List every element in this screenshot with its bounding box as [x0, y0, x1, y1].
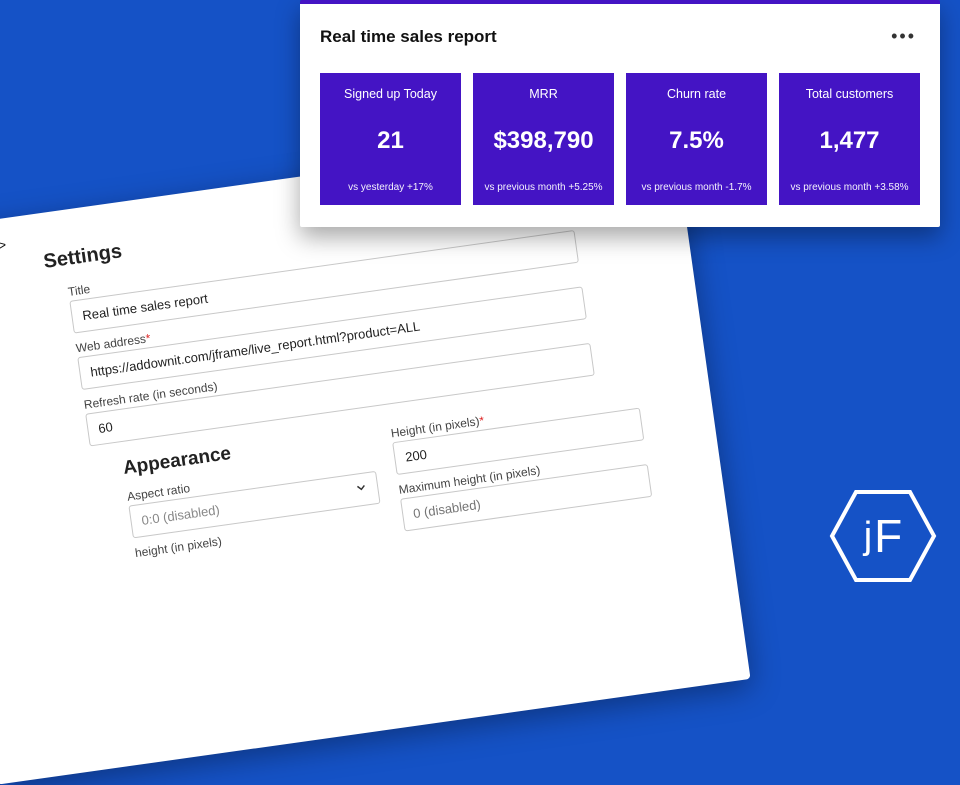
report-title: Real time sales report: [320, 27, 497, 47]
stat-value: $398,790: [493, 127, 593, 155]
stat-churn: Churn rate 7.5% vs previous month -1.7%: [626, 73, 767, 205]
stat-value: 21: [377, 127, 404, 155]
jf-logo: jF: [828, 488, 938, 584]
more-menu-icon[interactable]: •••: [887, 22, 920, 51]
stat-label: Signed up Today: [344, 87, 437, 101]
url-required: *: [145, 331, 152, 346]
stat-value: 1,477: [819, 127, 879, 155]
stat-customers: Total customers 1,477 vs previous month …: [779, 73, 920, 205]
stat-signed-up: Signed up Today 21 vs yesterday +17%: [320, 73, 461, 205]
stat-value: 7.5%: [669, 127, 724, 155]
stat-compare: vs previous month -1.7%: [641, 182, 751, 193]
stat-label: MRR: [529, 87, 557, 101]
stat-compare: vs previous month +5.25%: [484, 182, 602, 193]
stat-mrr: MRR $398,790 vs previous month +5.25%: [473, 73, 614, 205]
jf-logo-text: jF: [828, 488, 938, 584]
stat-row: Signed up Today 21 vs yesterday +17% MRR…: [320, 73, 920, 205]
height-required: *: [478, 413, 485, 428]
logo-j: j: [864, 515, 872, 558]
report-card: Real time sales report ••• Signed up Tod…: [300, 0, 940, 227]
stat-compare: vs previous month +3.58%: [790, 182, 908, 193]
appearance-col-left: Appearance Aspect ratio 0:0 (disabled) h…: [122, 423, 385, 569]
stat-label: Total customers: [806, 87, 894, 101]
stat-label: Churn rate: [667, 87, 726, 101]
stat-compare: vs yesterday +17%: [348, 182, 433, 193]
appearance-col-right: Height (in pixels)* Maximum height (in p…: [390, 392, 652, 532]
report-header: Real time sales report •••: [320, 22, 920, 51]
logo-f: F: [874, 509, 902, 563]
